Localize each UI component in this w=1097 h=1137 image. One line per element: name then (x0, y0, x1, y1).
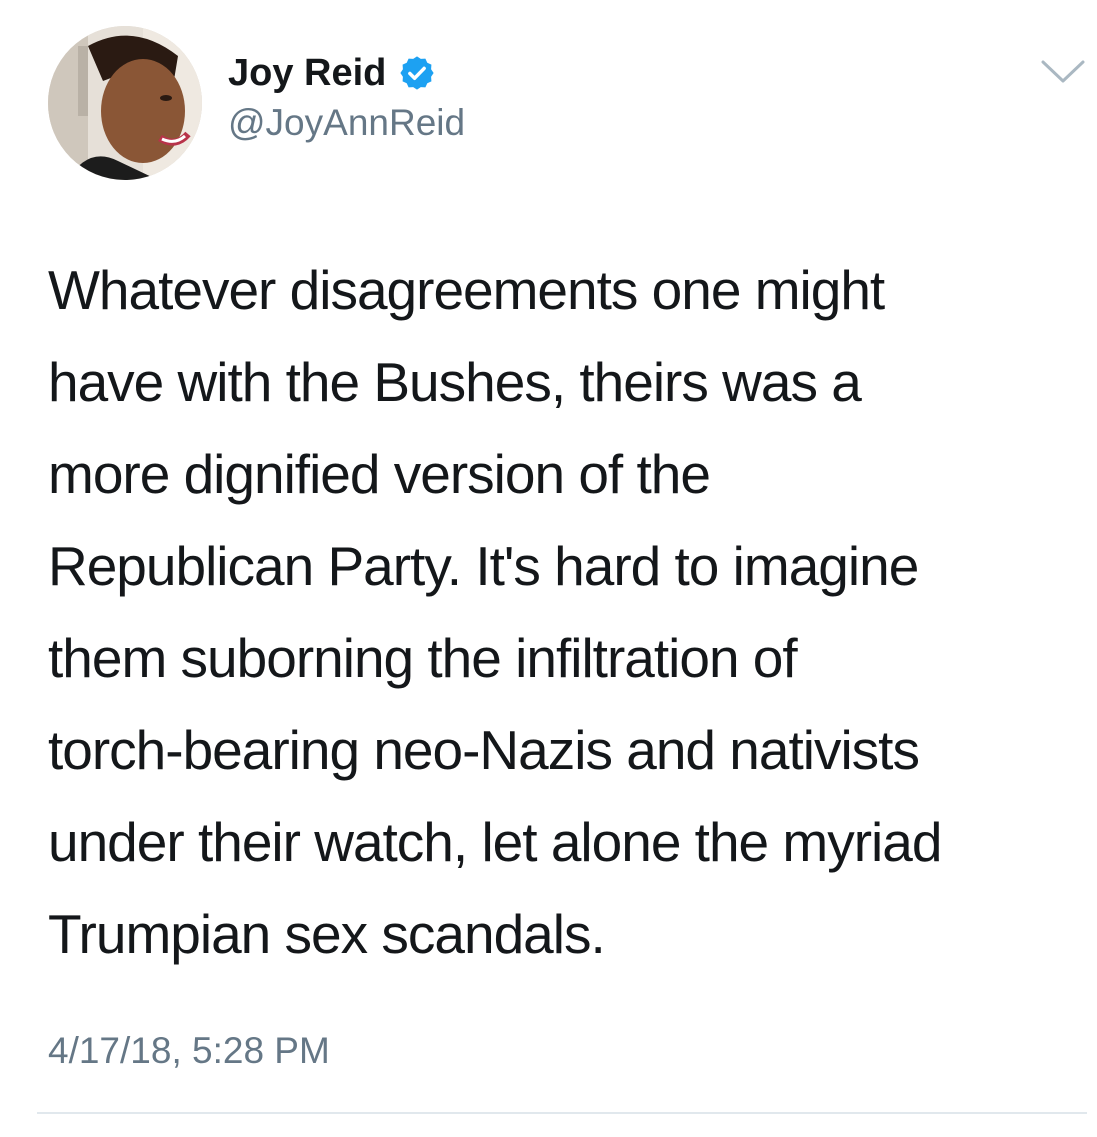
tweet-text-line: Trumpian sex scandals. (48, 903, 606, 965)
author-handle[interactable]: @JoyAnnReid (228, 102, 465, 144)
author-name-row[interactable]: Joy Reid (228, 47, 436, 99)
tweet-text-line: them suborning the infiltration of (48, 627, 798, 689)
author-display-name[interactable]: Joy Reid (228, 52, 386, 95)
tweet-text-line: torch-bearing neo-Nazis and nativists (48, 719, 920, 781)
author-avatar[interactable] (48, 26, 202, 180)
tweet: Joy Reid @JoyAnnReid Whatever disagreeme… (0, 0, 1097, 1137)
divider (37, 1112, 1087, 1114)
verified-badge-icon (398, 54, 436, 92)
tweet-timestamp[interactable]: 4/17/18, 5:28 PM (48, 1030, 330, 1072)
tweet-text-line: under their watch, let alone the myriad (48, 811, 942, 873)
tweet-text-line: Republican Party. It's hard to imagine (48, 535, 919, 597)
avatar-image (48, 26, 202, 180)
tweet-text-line: Whatever disagreements one might (48, 259, 885, 321)
tweet-text-line: more dignified version of the (48, 443, 711, 505)
tweet-text: Whatever disagreements one might have wi… (48, 244, 1078, 980)
chevron-down-icon[interactable] (1040, 56, 1086, 88)
tweet-text-line: have with the Bushes, theirs was a (48, 351, 862, 413)
